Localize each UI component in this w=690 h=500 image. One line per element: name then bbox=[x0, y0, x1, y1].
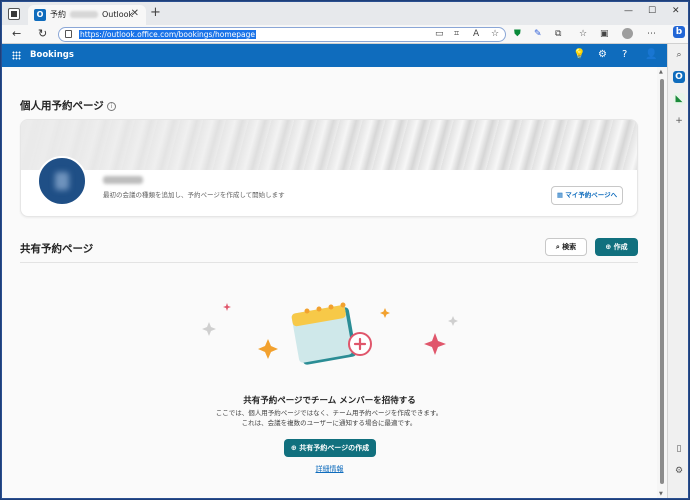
sparkle-orange-right-icon bbox=[380, 308, 390, 318]
add-circle-icon: ⊕ bbox=[605, 243, 614, 251]
browser-window: O 予約 Outlook ✕ + — ☐ ✕ ← ↻ https://outloo… bbox=[1, 1, 689, 499]
sparkle-gray-right-icon bbox=[448, 316, 458, 326]
minimize-button[interactable]: — bbox=[624, 6, 633, 16]
search-icon[interactable]: ⌕ bbox=[673, 49, 685, 61]
outlook-icon[interactable]: O bbox=[673, 71, 685, 83]
create-label: 作成 bbox=[613, 243, 628, 251]
personal-section-label: 個人用予約ページ bbox=[20, 100, 104, 112]
info-icon[interactable]: i bbox=[106, 101, 116, 111]
screenshot-icon[interactable]: ⌗ bbox=[454, 29, 459, 39]
window-menu-icon[interactable] bbox=[8, 8, 20, 20]
create-shared-page-label: 共有予約ページの作成 bbox=[299, 444, 370, 452]
add-badge-icon bbox=[348, 332, 372, 356]
create-button[interactable]: ⊕ 作成 bbox=[595, 238, 638, 256]
pen-icon[interactable]: ✎ bbox=[534, 29, 542, 39]
tab-title-redacted bbox=[70, 11, 98, 18]
back-arrow-icon[interactable]: ← bbox=[12, 27, 21, 40]
read-aloud-icon[interactable]: A bbox=[473, 29, 479, 39]
favorites-list-icon[interactable]: ☆ bbox=[579, 29, 587, 39]
shared-section-title: 共有予約ページ bbox=[20, 243, 94, 255]
calendar-icon bbox=[291, 302, 357, 365]
search-button[interactable]: ⌕ 検索 bbox=[545, 238, 587, 256]
app-launcher-icon[interactable] bbox=[12, 51, 21, 60]
create-shared-page-button[interactable]: ⊕ 共有予約ページの作成 bbox=[284, 439, 376, 457]
sparkle-orange-left-icon bbox=[258, 339, 278, 359]
sparkle-pink-small-icon bbox=[223, 303, 231, 311]
my-booking-page-button[interactable]: ▦ マイ予約ページへ bbox=[551, 186, 623, 205]
profile-avatar-icon[interactable] bbox=[622, 28, 633, 39]
settings-icon[interactable]: ⚙ bbox=[673, 465, 685, 477]
my-booking-page-label: マイ予約ページへ bbox=[565, 191, 618, 199]
edge-sidebar: b ⌕ O ◣ + ▯ ⚙ bbox=[667, 26, 688, 498]
tab-title-prefix: 予約 bbox=[50, 10, 66, 19]
empty-state-description: ここでは、個人用予約ページではなく、チーム用予約ページを作成できます。これは、会… bbox=[215, 409, 443, 427]
new-tab-button[interactable]: + bbox=[150, 5, 161, 20]
more-options-icon[interactable]: ⋯ bbox=[647, 29, 656, 39]
tab-close-icon[interactable]: ✕ bbox=[131, 8, 139, 19]
bookings-icon[interactable]: ◣ bbox=[673, 93, 685, 105]
learn-more-link[interactable]: 詳細情報 bbox=[2, 464, 657, 474]
shield-icon[interactable]: ⛊ bbox=[514, 29, 521, 39]
bing-icon[interactable]: b bbox=[673, 26, 685, 38]
panel-icon[interactable]: ▯ bbox=[673, 443, 685, 455]
personal-booking-card: 最初の会議の種類を追加し、予約ページを作成して開始します ▦ マイ予約ページへ bbox=[20, 119, 638, 217]
add-icon[interactable]: + bbox=[673, 115, 685, 127]
outlook-favicon-icon: O bbox=[34, 9, 46, 21]
scroll-up-icon[interactable]: ▲ bbox=[659, 69, 663, 75]
personal-section-title: 個人用予約ページ i bbox=[20, 98, 116, 113]
help-icon[interactable]: ? bbox=[622, 49, 627, 60]
tab-title: 予約 Outlook bbox=[50, 9, 133, 20]
app-header: Bookings 💡 ⚙ ? 👤 bbox=[2, 44, 667, 67]
profile-name-redacted bbox=[103, 176, 143, 184]
search-label: 検索 bbox=[562, 243, 577, 251]
lock-icon bbox=[65, 30, 72, 38]
card-banner-image bbox=[21, 120, 637, 170]
empty-state-illustration bbox=[202, 302, 458, 365]
scroll-down-icon[interactable]: ▼ bbox=[659, 491, 663, 497]
cast-icon[interactable]: ▭ bbox=[435, 29, 444, 39]
browser-tab[interactable]: O 予約 Outlook ✕ bbox=[28, 5, 146, 25]
add-circle-icon: ⊕ bbox=[290, 444, 300, 452]
refresh-icon[interactable]: ↻ bbox=[38, 27, 47, 40]
profile-description: 最初の会議の種類を追加し、予約ページを作成して開始します bbox=[103, 191, 285, 199]
tab-title-suffix: Outlook bbox=[102, 10, 134, 19]
tab-strip: O 予約 Outlook ✕ + — ☐ ✕ bbox=[2, 2, 688, 25]
app-name[interactable]: Bookings bbox=[30, 50, 74, 60]
person-icon[interactable]: 👤 bbox=[645, 49, 657, 60]
close-window-button[interactable]: ✕ bbox=[672, 6, 680, 16]
sparkle-pink-right-icon bbox=[424, 333, 446, 355]
sparkle-gray-left-icon bbox=[202, 322, 216, 336]
lightbulb-icon[interactable]: 💡 bbox=[573, 49, 585, 60]
avatar bbox=[37, 156, 87, 206]
calendar-link-icon: ▦ bbox=[556, 191, 566, 199]
address-bar-row: ← ↻ https://outlook.office.com/bookings/… bbox=[2, 25, 688, 44]
main-content: 個人用予約ページ i 最初の会議の種類を追加し、予約ページを作成して開始します ▦… bbox=[2, 67, 657, 498]
vertical-scrollbar[interactable]: ▲ ▼ bbox=[657, 67, 667, 498]
section-divider bbox=[20, 262, 638, 263]
split-screen-icon[interactable]: ⧉ bbox=[555, 29, 561, 39]
settings-icon[interactable]: ⚙ bbox=[598, 49, 607, 60]
url-text[interactable]: https://outlook.office.com/bookings/home… bbox=[79, 30, 256, 39]
favorite-icon[interactable]: ☆ bbox=[491, 29, 499, 39]
collections-icon[interactable]: ▣ bbox=[600, 29, 609, 39]
empty-state-title: 共有予約ページでチーム メンバーを招待する bbox=[243, 396, 416, 406]
maximize-button[interactable]: ☐ bbox=[648, 6, 656, 16]
scrollbar-thumb[interactable] bbox=[660, 79, 664, 484]
